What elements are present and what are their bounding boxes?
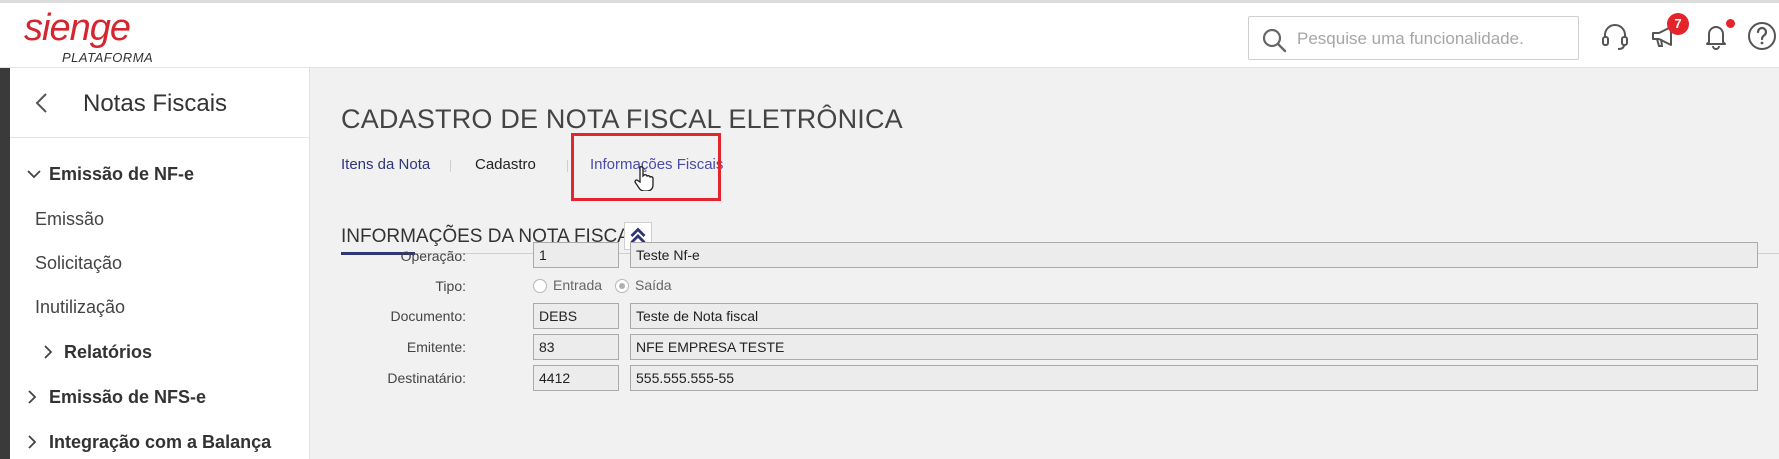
tab-separator [450, 160, 451, 172]
sidebar-item-relatorios[interactable]: Relatórios [64, 342, 152, 363]
announcements-badge: 7 [1667, 13, 1689, 35]
tipo-label: Tipo: [435, 278, 466, 294]
top-bar: sienge PLATAFORMA 7 [0, 0, 1779, 68]
tab-separator [567, 160, 568, 172]
browser-edge [0, 0, 1779, 3]
search-icon [1262, 28, 1287, 53]
logo-main-text: sienge [24, 7, 131, 49]
emitente-code-field[interactable]: 83 [533, 334, 619, 360]
sidebar-item-emissao[interactable]: Emissão [35, 209, 104, 230]
chevron-right-icon[interactable] [24, 434, 40, 450]
tab-cadastro[interactable]: Cadastro [475, 156, 536, 173]
search-input[interactable] [1297, 25, 1567, 53]
destinatario-code-field[interactable]: 4412 [533, 365, 619, 391]
main-content: CADASTRO DE NOTA FISCAL ELETRÔNICA Itens… [311, 68, 1779, 459]
search-box[interactable] [1248, 16, 1579, 60]
documento-code-field[interactable]: DEBS [533, 303, 619, 329]
chevron-right-icon[interactable] [24, 389, 40, 405]
hand-cursor-icon [634, 166, 654, 191]
destinatario-desc-field: 555.555.555-55 [630, 365, 1758, 391]
sidebar-item-emissao-nfse[interactable]: Emissão de NFS-e [49, 387, 206, 408]
sienge-logo[interactable]: sienge PLATAFORMA [24, 7, 164, 65]
sidebar-edge [0, 68, 10, 459]
sidebar-item-integracao-balanca[interactable]: Integração com a Balança [49, 432, 271, 453]
chevron-left-icon[interactable] [32, 90, 52, 116]
sidebar-header: Notas Fiscais [10, 68, 310, 138]
emitente-desc-field: NFE EMPRESA TESTE [630, 334, 1758, 360]
notification-dot [1726, 19, 1735, 28]
logo-sub-text: PLATAFORMA [62, 50, 154, 65]
tipo-saida-radio[interactable] [615, 279, 629, 293]
destinatario-label: Destinatário: [387, 370, 466, 386]
chevron-down-icon[interactable] [26, 166, 42, 182]
sidebar-title: Notas Fiscais [83, 90, 228, 117]
chevron-right-icon[interactable] [40, 344, 56, 360]
tipo-entrada-label: Entrada [553, 277, 603, 293]
help-icon[interactable] [1746, 20, 1778, 52]
sidebar-item-solicitacao[interactable]: Solicitação [35, 253, 122, 274]
documento-desc-field: Teste de Nota fiscal [630, 303, 1758, 329]
operacao-label: Operação: [400, 248, 466, 264]
headset-icon[interactable] [1599, 20, 1631, 52]
operacao-code-field[interactable]: 1 [533, 242, 619, 268]
page-title: CADASTRO DE NOTA FISCAL ELETRÔNICA [341, 104, 903, 134]
operacao-desc-field: Teste Nf-e [630, 242, 1758, 268]
sidebar-item-emissao-nfe[interactable]: Emissão de NF-e [49, 164, 194, 185]
tipo-entrada-radio[interactable] [533, 279, 547, 293]
sidebar-item-inutilizacao[interactable]: Inutilização [35, 297, 125, 318]
tab-itens-da-nota[interactable]: Itens da Nota [341, 156, 430, 173]
emitente-label: Emitente: [406, 339, 466, 355]
sidebar: Notas Fiscais Emissão de NF-e Emissão So… [0, 68, 310, 459]
documento-label: Documento: [390, 308, 466, 324]
tipo-saida-label: Saída [635, 277, 672, 293]
